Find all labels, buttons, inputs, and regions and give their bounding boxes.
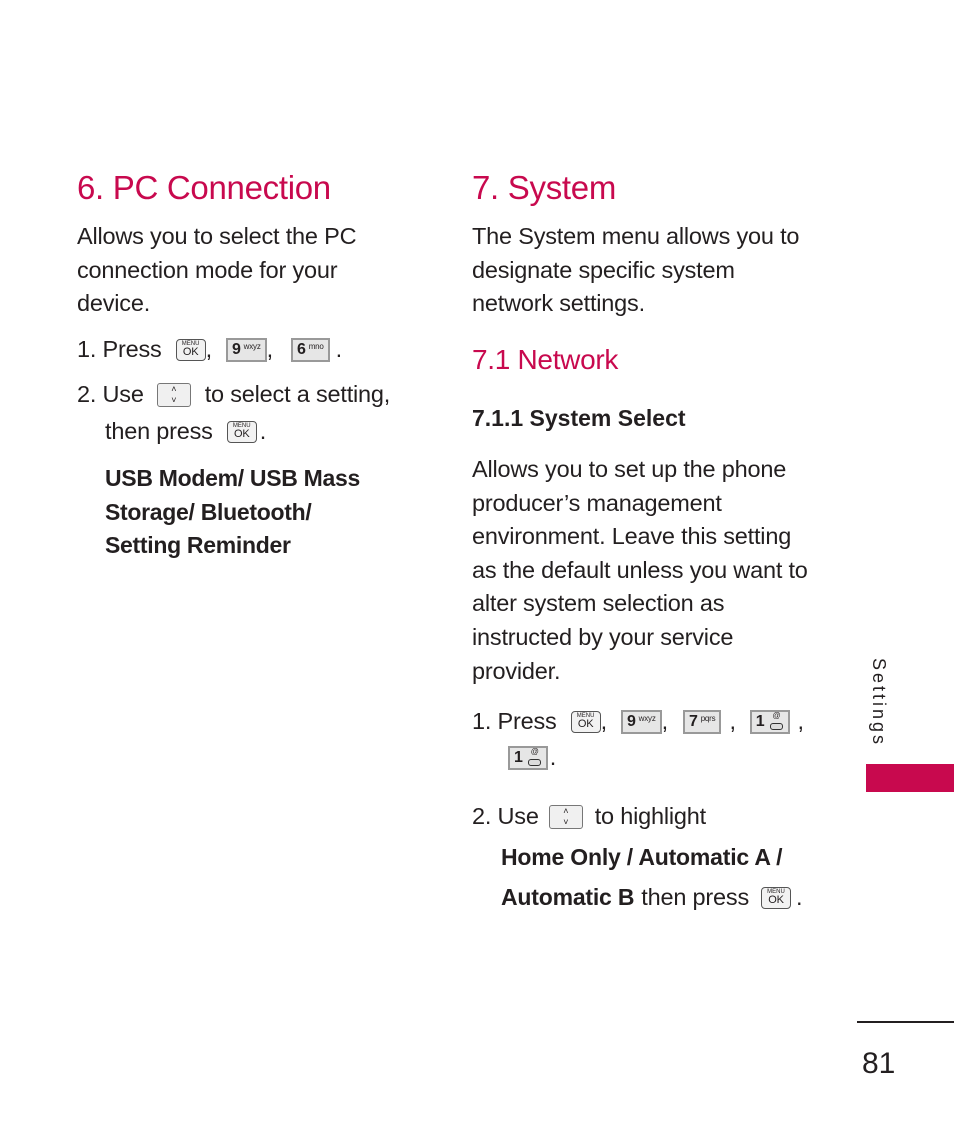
step-text: then press — [105, 418, 213, 444]
comma: , — [600, 708, 608, 735]
subsubsection-title-system-select: 7.1.1 System Select — [472, 405, 686, 431]
pc-connection-options: USB Modem/ USB Mass Storage/ Bluetooth/ … — [105, 462, 360, 563]
subsection-title-network: 7.1 Network — [472, 344, 619, 375]
system-options-line-1: Home Only / Automatic A / — [501, 844, 783, 870]
key-7-pqrs-icon: 7 pqrs — [682, 710, 722, 734]
period: . — [259, 418, 267, 444]
step-text: then press — [641, 884, 749, 910]
system-step-1-continued: 1 @ . — [508, 746, 556, 770]
nav-up-down-key-icon: ˄ ˅ — [156, 383, 191, 407]
body-line: Allows you to set up the phone — [472, 456, 787, 482]
option-line: USB Modem/ USB Mass — [105, 465, 361, 491]
option-line: Setting Reminder — [105, 532, 291, 558]
side-tab-marker — [866, 764, 954, 792]
pc-step-1: 1. Press MENU OK , 9 wxyz , 6 mno . — [77, 338, 342, 362]
step-text: 2. Use — [77, 381, 144, 408]
comma: , — [729, 708, 736, 735]
key-9-wxyz-icon: 9 wxyz — [225, 338, 267, 362]
option-text: Automatic B — [501, 884, 635, 911]
key-6-mno-icon: 6 mno — [290, 338, 330, 362]
body-line: environment. Leave this setting — [472, 523, 792, 550]
key-1-voicemail-icon: 1 @ — [749, 710, 790, 734]
intro-line: The System menu allows you to — [472, 223, 800, 249]
key-1-voicemail-icon: 1 @ — [508, 746, 548, 770]
step-text: 2. Use — [472, 803, 539, 830]
system-select-body: Allows you to set up the phone producer’… — [472, 453, 842, 688]
step-text: 1. Press — [77, 336, 162, 363]
intro-line: Allows you to select the PC — [77, 223, 357, 249]
system-intro: The System menu allows you to designate … — [472, 220, 832, 321]
section-title-system: 7. System — [472, 169, 617, 206]
menu-ok-key-icon: MENU OK — [761, 886, 791, 909]
intro-line: connection mode for your — [77, 256, 338, 283]
intro-line: designate specific system — [472, 256, 735, 283]
system-step-1: 1. Press MENU OK , 9 wxyz , 7 pqrs , 1 @ , — [472, 710, 804, 734]
period: . — [335, 336, 343, 363]
pc-connection-intro: Allows you to select the PC connection m… — [77, 220, 407, 321]
comma: , — [661, 708, 669, 735]
period: . — [549, 744, 557, 771]
side-tab-label: Settings — [869, 658, 889, 748]
body-line: producer’s management — [472, 489, 722, 516]
section-title-pc-connection: 6. PC Connection — [77, 169, 331, 206]
page-number: 81 — [862, 1047, 896, 1080]
menu-ok-key-icon: MENU OK — [226, 420, 257, 443]
option-line: Storage/ Bluetooth/ — [105, 498, 312, 525]
nav-up-down-key-icon: ˄ ˅ — [548, 805, 583, 829]
body-line: as the default unless you want to — [472, 556, 808, 583]
body-line: provider. — [472, 657, 561, 684]
intro-line: network settings. — [472, 290, 645, 317]
comma: , — [797, 708, 805, 735]
comma: , — [205, 336, 213, 363]
intro-line: device. — [77, 290, 151, 317]
pc-step-2: 2. Use ˄ ˅ to select a setting, — [77, 383, 390, 407]
menu-ok-key-icon: MENU OK — [570, 711, 601, 733]
menu-ok-key-icon: MENU OK — [175, 339, 206, 361]
pc-step-2-continued: then press MENU OK . — [105, 418, 267, 444]
step-text: 1. Press — [472, 708, 557, 735]
step-text: to highlight — [594, 803, 706, 830]
body-line: alter system selection as — [472, 590, 725, 617]
key-9-wxyz-icon: 9 wxyz — [620, 710, 662, 734]
system-step-2: 2. Use ˄ ˅ to highlight — [472, 805, 706, 829]
period: . — [796, 884, 803, 910]
system-options-line-2: Automatic B then press MENU OK . — [501, 884, 803, 911]
footer-rule — [857, 1021, 954, 1023]
comma: , — [266, 336, 274, 363]
body-line: instructed by your service — [472, 623, 734, 650]
step-text: to select a setting, — [204, 381, 391, 408]
